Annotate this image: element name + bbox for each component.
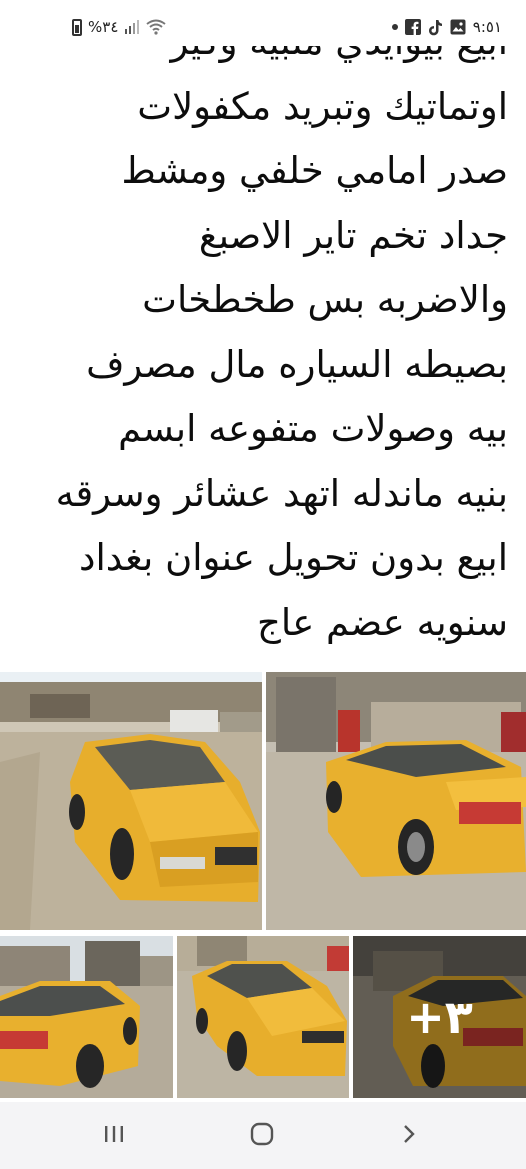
post-text-line: بيه وصولات متفوعه ابسم xyxy=(118,407,508,450)
facebook-icon xyxy=(404,19,421,35)
post-text-line: جداد تخم تاير الاصبغ xyxy=(198,213,508,257)
post-text-line: اوتماتيك وتبريد مكفولات xyxy=(137,84,508,128)
post-text: ابيع بيوايدي ملبيه وكير اوتماتيك وتبريد … xyxy=(0,10,526,660)
recent-apps-icon xyxy=(103,1124,125,1148)
more-photos-count: +٣ xyxy=(406,990,473,1044)
yellow-taxi-front-view[interactable] xyxy=(0,672,262,930)
post-text-line: بنيه ماندله اتهد عشائر وسرقه xyxy=(55,471,508,515)
yellow-taxi-front-angle[interactable] xyxy=(177,936,349,1098)
photo-3-image xyxy=(0,936,173,1098)
recent-apps-button[interactable] xyxy=(94,1120,134,1152)
home-icon xyxy=(250,1122,274,1150)
battery-percent: %٣٤ xyxy=(88,18,119,36)
yellow-taxi-rear-view[interactable] xyxy=(0,936,173,1098)
wifi-icon xyxy=(146,19,167,35)
home-button[interactable] xyxy=(242,1120,282,1152)
back-button[interactable] xyxy=(389,1120,429,1152)
status-left: %٣٤ xyxy=(72,18,167,36)
tiktok-icon xyxy=(428,19,443,36)
post-text-line: بصيطه السياره مال مصرف xyxy=(86,342,508,386)
clock: ٩:٥١ xyxy=(472,18,502,36)
gallery-icon xyxy=(450,19,466,35)
battery-icon xyxy=(72,18,82,36)
post-text-line: صدر امامي خلفي ومشط xyxy=(121,149,508,192)
yellow-taxi-rear-angle[interactable]: +٣ xyxy=(353,936,526,1098)
notification-dot-icon xyxy=(391,24,398,30)
back-icon xyxy=(401,1123,417,1149)
navigation-bar xyxy=(0,1102,526,1169)
more-photos-overlay[interactable]: +٣ xyxy=(353,936,526,1098)
status-right: ٩:٥١ xyxy=(391,18,502,36)
post-text-line: والاضربه بس طخطخات xyxy=(142,278,508,321)
status-bar: %٣٤ ٩:٥١ xyxy=(0,0,526,46)
yellow-taxi-rear-side-view[interactable] xyxy=(266,672,526,930)
post-text-line: سنويه عضم عاج xyxy=(257,600,508,644)
photo-2-image xyxy=(266,672,526,930)
post-text-line: ابيع بدون تحويل عنوان بغداد xyxy=(79,536,508,579)
photo-4-image xyxy=(177,936,349,1098)
photo-1-image xyxy=(0,672,262,930)
signal-icon xyxy=(124,19,140,35)
